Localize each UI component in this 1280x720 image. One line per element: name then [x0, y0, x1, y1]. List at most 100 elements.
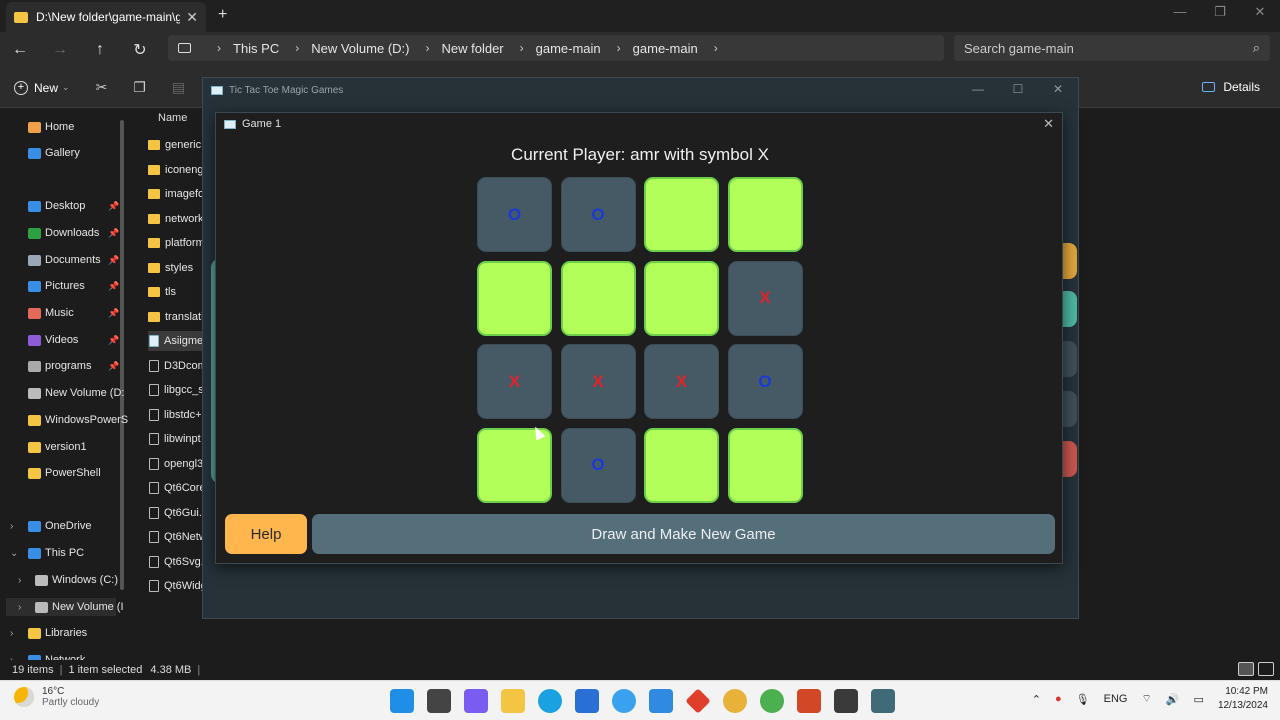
board-cell-1-1[interactable]: [560, 260, 636, 336]
file-row[interactable]: Qt6Svg.c: [148, 552, 208, 572]
minimize-button[interactable]: —: [1160, 4, 1200, 20]
file-row[interactable]: D3Dcom: [148, 356, 207, 376]
file-row[interactable]: libgcc_s_: [148, 380, 208, 400]
file-row[interactable]: Qt6Gui.c: [148, 503, 207, 523]
refresh-button[interactable]: ↻: [120, 40, 160, 60]
volume-icon[interactable]: 🔊: [1166, 693, 1180, 706]
sidebar-item-videos[interactable]: Videos 📌: [28, 331, 119, 349]
sidebar-item-desktop[interactable]: Desktop 📌: [28, 197, 119, 215]
file-row[interactable]: iconengi: [148, 160, 206, 180]
breadcrumb-this-pc[interactable]: This PC: [233, 41, 279, 56]
file-row[interactable]: styles: [148, 258, 193, 278]
file-row[interactable]: tls: [148, 282, 176, 302]
chevron-right-icon[interactable]: ›: [18, 571, 21, 589]
file-row[interactable]: imagefo: [148, 184, 204, 204]
close-window-button[interactable]: ✕: [1240, 4, 1280, 20]
obs-icon[interactable]: [834, 689, 858, 713]
board-cell-2-1[interactable]: X: [560, 344, 636, 419]
chevron-right-icon[interactable]: ›: [10, 624, 13, 642]
tic-tac-toe-taskbar-icon[interactable]: [871, 689, 895, 713]
search-input[interactable]: Search game-main ⌕: [954, 35, 1270, 61]
sidebar-item-windows-c[interactable]: Windows (C:): [35, 571, 118, 589]
chrome-profile-icon[interactable]: [760, 689, 784, 713]
details-button[interactable]: Details: [1202, 80, 1260, 94]
board-cell-3-2[interactable]: [644, 427, 719, 503]
file-explorer-icon[interactable]: [501, 689, 525, 713]
sidebar-item-new-volume-i[interactable]: New Volume (I: [6, 598, 124, 616]
wifi-icon[interactable]: ⌔: [1141, 692, 1151, 706]
ttt-close-button[interactable]: ✕: [1038, 82, 1078, 96]
sidebar-item-pictures[interactable]: Pictures 📌: [28, 277, 119, 295]
file-row[interactable]: translatio: [148, 307, 208, 327]
file-row[interactable]: Qt6Core: [148, 478, 206, 498]
file-row[interactable]: Qt6Netw: [148, 527, 207, 547]
app-icon-python[interactable]: [612, 689, 636, 713]
sidebar-item-version1[interactable]: version1: [28, 438, 87, 456]
chrome-icon[interactable]: [723, 689, 747, 713]
copilot-icon[interactable]: [464, 689, 488, 713]
sidebar-item-home[interactable]: Home: [28, 118, 74, 136]
board-cell-3-1[interactable]: O: [560, 427, 636, 503]
maximize-button[interactable]: ❐: [1200, 4, 1240, 20]
sidebar-item-new-volume-d[interactable]: New Volume (D:: [28, 384, 124, 402]
breadcrumb-game-main[interactable]: game-main: [536, 41, 601, 56]
sidebar-item-music[interactable]: Music 📌: [28, 304, 119, 322]
file-row[interactable]: libstdc+: [148, 405, 202, 425]
breadcrumb-new-volume[interactable]: New Volume (D:): [311, 41, 409, 56]
paste-icon[interactable]: ▤: [172, 79, 185, 96]
board-cell-1-3[interactable]: X: [727, 260, 803, 336]
weather-widget[interactable]: 16°C Partly cloudy: [14, 686, 99, 708]
back-button[interactable]: ←: [0, 41, 40, 59]
chevron-up-icon[interactable]: ⌃: [1032, 693, 1041, 706]
column-header-name[interactable]: Name: [158, 112, 187, 124]
board-cell-3-0[interactable]: [477, 427, 552, 503]
sidebar-item-windowspowers[interactable]: WindowsPowerS: [28, 411, 128, 429]
start-icon[interactable]: [390, 689, 414, 713]
sidebar-item-onedrive[interactable]: OneDrive: [28, 517, 91, 535]
breadcrumb-game-main-inner[interactable]: game-main: [633, 41, 698, 56]
breadcrumb-new-folder[interactable]: New folder: [441, 41, 503, 56]
board-cell-0-2[interactable]: [644, 177, 719, 252]
record-icon[interactable]: ●: [1055, 693, 1062, 705]
copy-icon[interactable]: ❐: [133, 79, 146, 96]
tiles-view-icon[interactable]: [1258, 662, 1274, 676]
battery-icon[interactable]: ▭: [1194, 693, 1204, 706]
cut-icon[interactable]: ✂: [96, 79, 108, 96]
file-row[interactable]: Qt6Widg: [148, 576, 207, 596]
microphone-icon[interactable]: 🎙: [1076, 693, 1090, 706]
sidebar-item-downloads[interactable]: Downloads 📌: [28, 224, 119, 242]
board-cell-0-3[interactable]: [727, 177, 803, 252]
file-row[interactable]: network: [148, 209, 204, 229]
forward-button[interactable]: →: [40, 41, 80, 59]
sidebar-item-libraries[interactable]: Libraries: [28, 624, 87, 642]
board-cell-0-0[interactable]: O: [477, 177, 552, 252]
app-icon-red[interactable]: [685, 688, 711, 714]
file-row[interactable]: platform: [148, 233, 205, 253]
address-bar[interactable]: › This PC › New Volume (D:) › New folder…: [168, 35, 944, 61]
new-button[interactable]: + New ⌄: [14, 80, 70, 95]
new-tab-button[interactable]: +: [218, 6, 227, 24]
edge-icon[interactable]: [538, 689, 562, 713]
sidebar-item-gallery[interactable]: Gallery: [28, 144, 80, 162]
file-row[interactable]: Asiigmen: [148, 331, 208, 351]
ttt-minimize-button[interactable]: —: [958, 82, 998, 96]
board-cell-2-2[interactable]: X: [644, 344, 719, 419]
chevron-right-icon[interactable]: ›: [10, 517, 13, 535]
file-row[interactable]: libwinpt: [148, 429, 201, 449]
chevron-right-icon[interactable]: ›: [18, 598, 21, 616]
file-row[interactable]: generic: [148, 135, 201, 155]
powerpoint-icon[interactable]: [797, 689, 821, 713]
draw-new-game-button[interactable]: Draw and Make New Game: [312, 514, 1055, 554]
store-icon[interactable]: [649, 689, 673, 713]
board-cell-0-1[interactable]: O: [560, 177, 636, 252]
sidebar-scrollbar[interactable]: [120, 120, 124, 590]
help-button[interactable]: Help: [225, 514, 307, 554]
close-tab-icon[interactable]: ✕: [186, 9, 198, 26]
board-cell-2-3[interactable]: O: [727, 344, 803, 419]
explorer-tab[interactable]: D:\New folder\game-main\ga ✕: [6, 2, 206, 32]
clock[interactable]: 10:42 PM 12/13/2024: [1218, 685, 1268, 713]
board-cell-1-2[interactable]: [644, 260, 719, 336]
app-icon-blue[interactable]: [575, 689, 599, 713]
chevron-down-icon[interactable]: ⌄: [10, 544, 18, 562]
language-indicator[interactable]: ENG: [1104, 693, 1128, 705]
